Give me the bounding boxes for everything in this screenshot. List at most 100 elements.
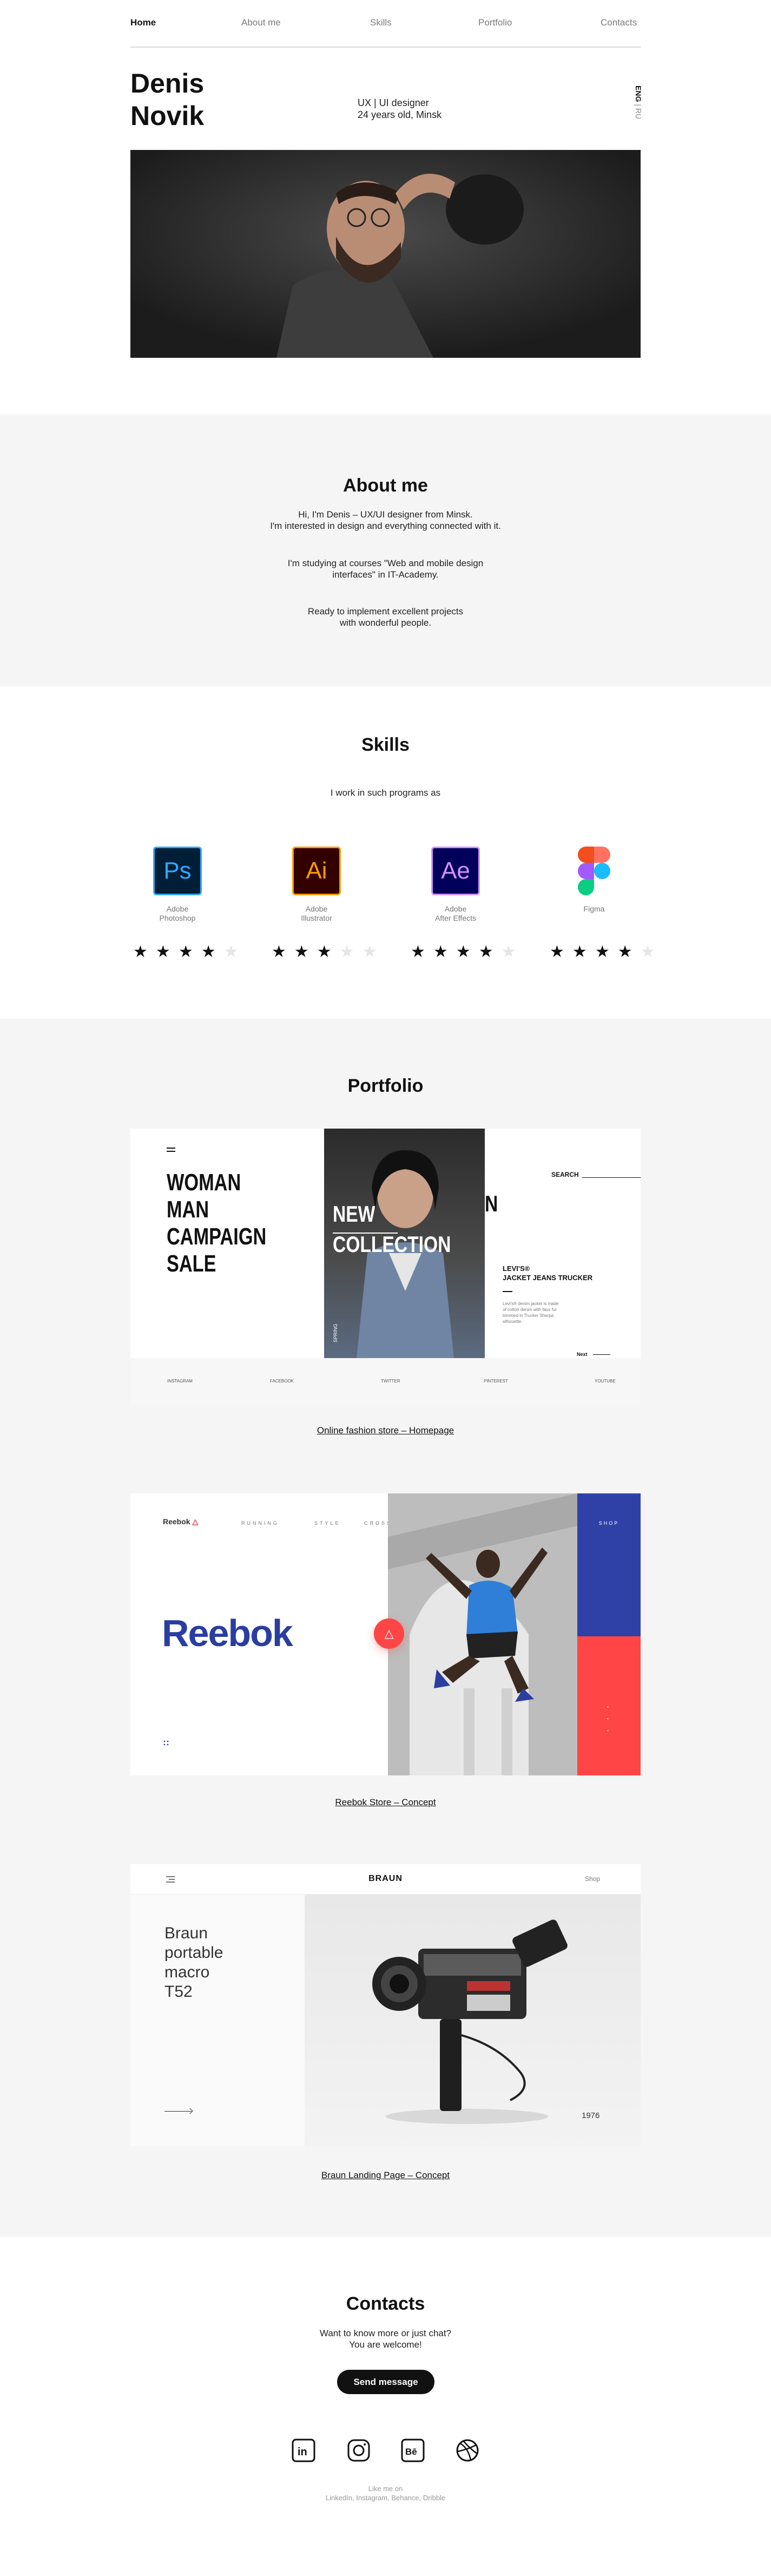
banner-line: COLLECTION (333, 1231, 451, 1257)
reebok-small-logo: Reebok △ (163, 1517, 199, 1526)
reebok-red-panel: • • • (577, 1636, 641, 1775)
skill-label: Adobe Illustrator (301, 904, 332, 922)
next-link[interactable]: Next (577, 1352, 588, 1357)
about-section (0, 414, 771, 686)
braun-logo: BRAUN (368, 1874, 403, 1883)
illustrator-icon: Ai (292, 847, 341, 895)
star-filled-icon: ★ (294, 943, 317, 961)
top-nav: Home About me Skills Portfolio Contacts (130, 0, 641, 48)
rating-photoshop: ★★★★★ (133, 942, 247, 961)
project-braun[interactable]: BRAUN Shop Braun portable macro T52 1976 (130, 1864, 641, 2146)
arrow-head (187, 2108, 193, 2114)
contacts-text: Want to know more or just chat? You are … (319, 2328, 452, 2350)
campaign-item: MAN (167, 1196, 209, 1223)
project-reebok[interactable]: Reebok △ RUNNING STYLE CROSSFIT Reebok △… (130, 1493, 641, 1775)
about-p3: Ready to implement excellent projects wi… (307, 606, 464, 628)
banner-line: NEW (333, 1201, 375, 1227)
star-filled-icon: ★ (272, 943, 294, 961)
hero-last-name: Novik (130, 101, 205, 131)
rating-figma: ★★★★★ (550, 942, 663, 961)
project-caption-reebok[interactable]: Reebok Store – Concept (0, 1797, 771, 1808)
banner-underline (333, 1233, 398, 1234)
svg-text:Bē: Bē (405, 2447, 417, 2457)
after-effects-icon: Ae (431, 847, 480, 895)
nav-contacts[interactable]: Contacts (601, 17, 637, 28)
about-p1: Hi, I'm Denis – UX/UI designer from Mins… (270, 509, 501, 531)
arrow-right-icon (593, 1354, 610, 1355)
reebok-brand: Reebok (163, 1517, 190, 1526)
send-message-button[interactable]: Send message (337, 2370, 434, 2394)
braun-year: 1976 (582, 2111, 600, 2120)
lang-ru[interactable]: RU (634, 108, 643, 119)
reebok-photo (388, 1493, 577, 1775)
footer-link[interactable]: TWITTER (381, 1379, 400, 1384)
product-name: JACKET JEANS TRUCKER (503, 1274, 593, 1282)
braun-header: BRAUN Shop (130, 1864, 641, 1895)
braun-left-panel: Braun portable macro T52 (130, 1895, 305, 2146)
fashion-banner: NEW COLLECTION SPRING (324, 1129, 485, 1358)
instagram-icon[interactable] (347, 2439, 371, 2462)
project-caption-braun[interactable]: Braun Landing Page – Concept (0, 2170, 771, 2181)
hero-age-city: 24 years old, Minsk (358, 109, 442, 120)
star-filled-icon: ★ (456, 943, 479, 961)
grid-icon[interactable] (163, 1740, 169, 1746)
search-label[interactable]: SEARCH (551, 1171, 579, 1178)
footer-link[interactable]: PINTEREST (484, 1379, 508, 1384)
language-switcher[interactable]: ENG | RU (632, 86, 643, 123)
star-filled-icon: ★ (317, 943, 340, 961)
shop-label[interactable]: SHOP (577, 1520, 641, 1526)
footer-link[interactable]: FACEBOOK (270, 1379, 294, 1384)
project-fashion-store[interactable]: WOMAN MAN CAMPAIGN SALE NEW COLLECTION S… (130, 1129, 641, 1405)
star-filled-icon: ★ (411, 943, 433, 961)
lang-eng[interactable]: ENG (634, 86, 643, 102)
rating-illustrator: ★★★★★ (272, 942, 385, 961)
braun-photo: 1976 (305, 1895, 641, 2146)
footer-link[interactable]: YOUTUBE (595, 1379, 616, 1384)
star-filled-icon: ★ (201, 943, 224, 961)
braun-shop-link[interactable]: Shop (585, 1875, 600, 1883)
behance-icon[interactable]: Bē (401, 2439, 425, 2462)
about-p2: I'm studying at courses "Web and mobile … (287, 558, 484, 580)
nav-home[interactable]: Home (130, 17, 156, 28)
nav-about[interactable]: About me (241, 17, 281, 28)
star-empty-icon: ★ (362, 943, 385, 961)
reebok-menu-item[interactable]: RUNNING (241, 1520, 279, 1526)
hero-name: Denis Novik (130, 67, 204, 132)
skills-title: Skills (361, 735, 410, 755)
reebok-logo: Reebok (162, 1612, 293, 1654)
pagination-dots[interactable]: • • • (607, 1701, 610, 1737)
reebok-shop-panel[interactable]: SHOP (577, 1493, 641, 1636)
nav-skills[interactable]: Skills (370, 17, 392, 28)
campaign-item: CAMPAIGN (167, 1223, 267, 1250)
linkedin-icon[interactable]: in (292, 2439, 315, 2462)
star-empty-icon: ★ (501, 943, 524, 961)
side-text: SPRING (333, 1323, 338, 1342)
footer-networks: LinkedIn, Instagram, Behance, Dribble (325, 2494, 446, 2502)
project-caption-fashion[interactable]: Online fashion store – Homepage (0, 1425, 771, 1436)
dribbble-icon[interactable] (456, 2439, 479, 2462)
next-slide-letter: N (485, 1191, 498, 1216)
menu-icon (167, 1148, 175, 1152)
star-filled-icon: ★ (478, 943, 502, 961)
star-filled-icon: ★ (433, 943, 456, 961)
hero-role: UX | UI designer (358, 97, 429, 108)
photoshop-icon: Ps (153, 847, 202, 895)
hero-info: UX | UI designer 24 years old, Minsk (358, 97, 441, 121)
campaign-list: WOMAN MAN CAMPAIGN SALE (167, 1169, 266, 1277)
star-filled-icon: ★ (155, 943, 179, 961)
footer-link[interactable]: INSTAGRAM (167, 1379, 193, 1384)
contacts-title: Contacts (346, 2293, 425, 2314)
nav-portfolio[interactable]: Portfolio (478, 17, 512, 28)
star-filled-icon: ★ (133, 943, 156, 961)
banner-headline: NEW COLLECTION (333, 1199, 451, 1260)
product-divider (503, 1291, 512, 1292)
footer-like: Like me on (368, 2485, 403, 2493)
product-desc: Levi's® denim jacket is made of cotton d… (503, 1301, 559, 1324)
star-filled-icon: ★ (617, 943, 641, 961)
figma-icon (570, 847, 618, 895)
reebok-delta-button[interactable]: △ (374, 1618, 404, 1649)
star-empty-icon: ★ (223, 943, 247, 961)
reebok-menu-item[interactable]: STYLE (314, 1520, 341, 1526)
portrait-illustration (130, 150, 641, 358)
star-filled-icon: ★ (550, 943, 572, 961)
